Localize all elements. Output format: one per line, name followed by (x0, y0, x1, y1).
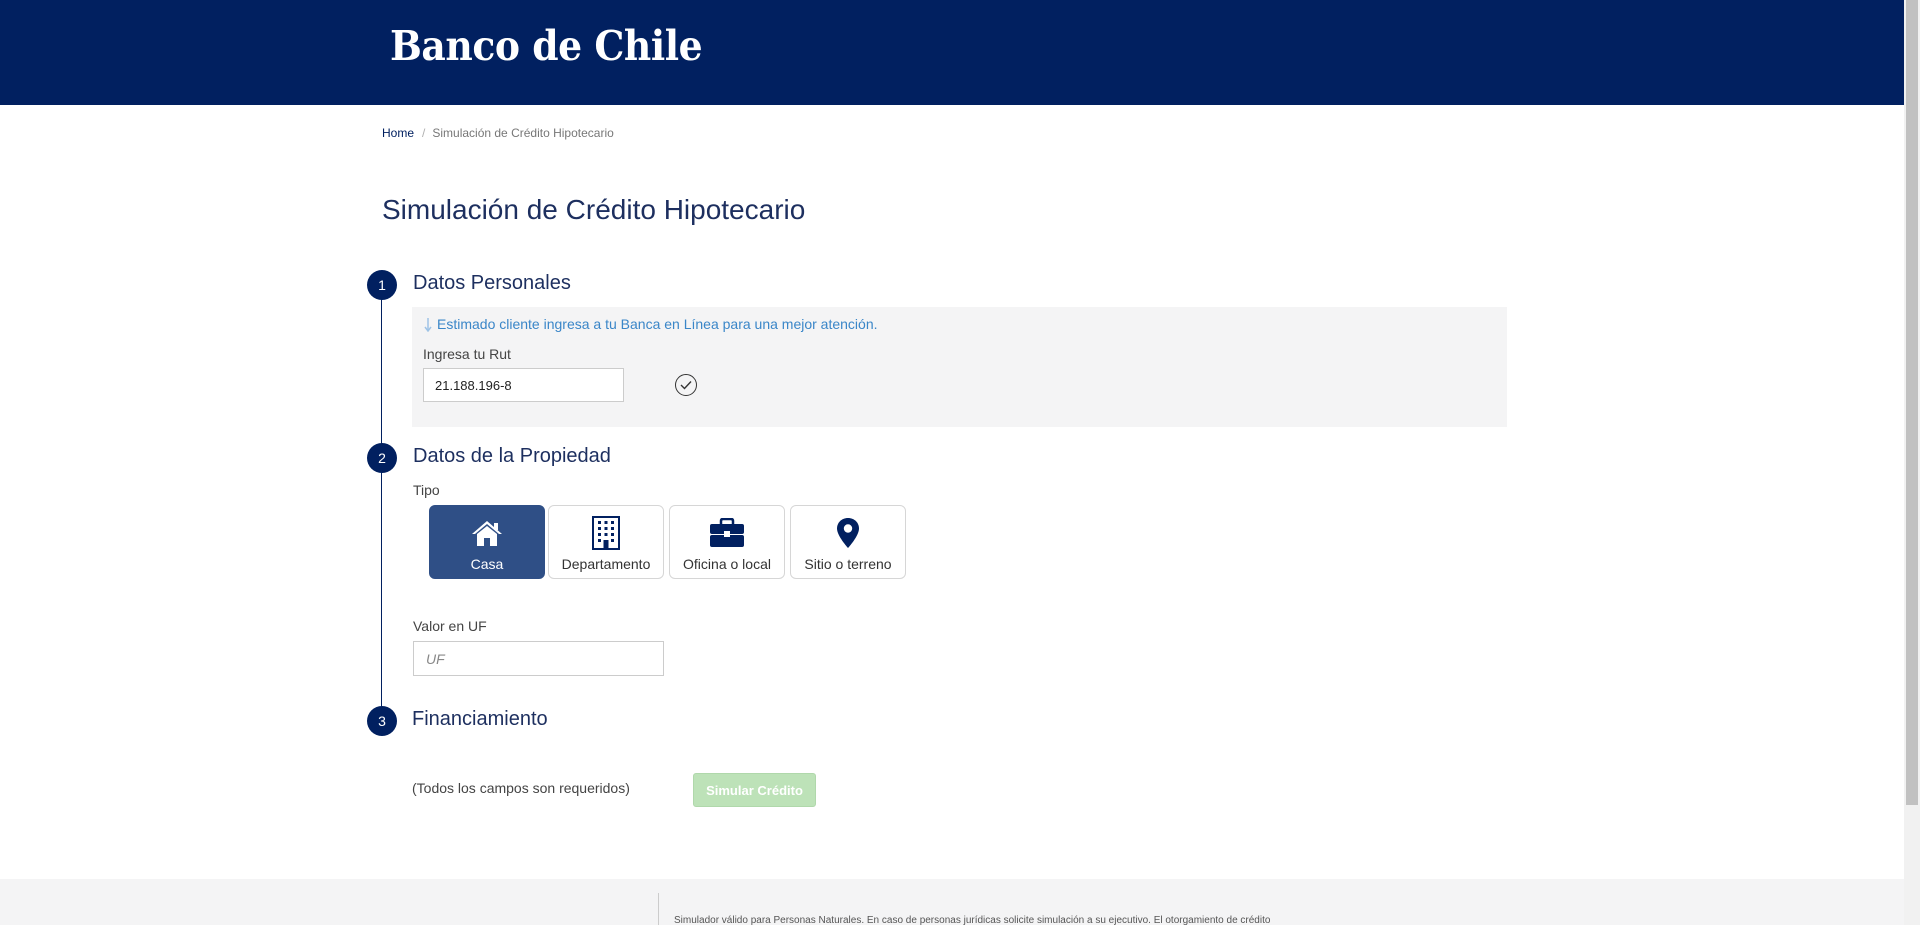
breadcrumb-current: Simulación de Crédito Hipotecario (432, 126, 614, 140)
step-2-number: 2 (367, 443, 397, 473)
step-3-number: 3 (367, 706, 397, 736)
rut-input[interactable] (423, 368, 624, 402)
page-scrollbar[interactable] (1904, 0, 1920, 925)
simulate-credit-button[interactable]: Simular Crédito (693, 773, 816, 807)
top-header: Banco de Chile (0, 0, 1904, 105)
property-type-casa[interactable]: Casa (429, 505, 545, 579)
property-type-label: Tipo (413, 482, 440, 498)
rut-label: Ingresa tu Rut (423, 346, 511, 362)
house-icon (472, 521, 502, 546)
uf-value-input[interactable] (413, 641, 664, 676)
breadcrumb: Home / Simulación de Crédito Hipotecario (382, 126, 614, 140)
property-type-oficina-label: Oficina o local (683, 556, 771, 572)
login-notice-text[interactable]: Estimado cliente ingresa a tu Banca en L… (437, 316, 878, 332)
footer-divider (658, 893, 659, 925)
map-pin-icon (837, 518, 859, 548)
required-fields-note: (Todos los campos son requeridos) (412, 780, 630, 796)
building-icon (592, 516, 620, 550)
property-type-sitio-label: Sitio o terreno (804, 556, 892, 572)
step-3-title: Financiamiento (412, 708, 548, 730)
breadcrumb-home-link[interactable]: Home (382, 126, 414, 140)
arrow-down-icon (424, 317, 432, 332)
property-type-sitio[interactable]: Sitio o terreno (790, 505, 906, 579)
property-type-oficina[interactable]: Oficina o local (669, 505, 785, 579)
page-title: Simulación de Crédito Hipotecario (382, 194, 806, 225)
footer-disclaimer: Simulador válido para Personas Naturales… (674, 915, 1271, 926)
breadcrumb-separator: / (422, 126, 426, 140)
steps-connector-line (381, 285, 382, 720)
bank-logo[interactable]: Banco de Chile (390, 22, 703, 70)
property-type-departamento[interactable]: Departamento (548, 505, 664, 579)
step-2-title: Datos de la Propiedad (413, 445, 611, 467)
property-type-departamento-label: Departamento (561, 556, 651, 572)
property-type-casa-label: Casa (470, 556, 504, 572)
step-1-title: Datos Personales (413, 272, 571, 294)
uf-value-label: Valor en UF (413, 618, 487, 634)
step-1-number: 1 (367, 270, 397, 300)
login-notice[interactable]: Estimado cliente ingresa a tu Banca en L… (424, 316, 878, 332)
scrollbar-thumb[interactable] (1906, 0, 1918, 805)
briefcase-icon (710, 518, 744, 547)
check-circle-icon (675, 374, 697, 396)
